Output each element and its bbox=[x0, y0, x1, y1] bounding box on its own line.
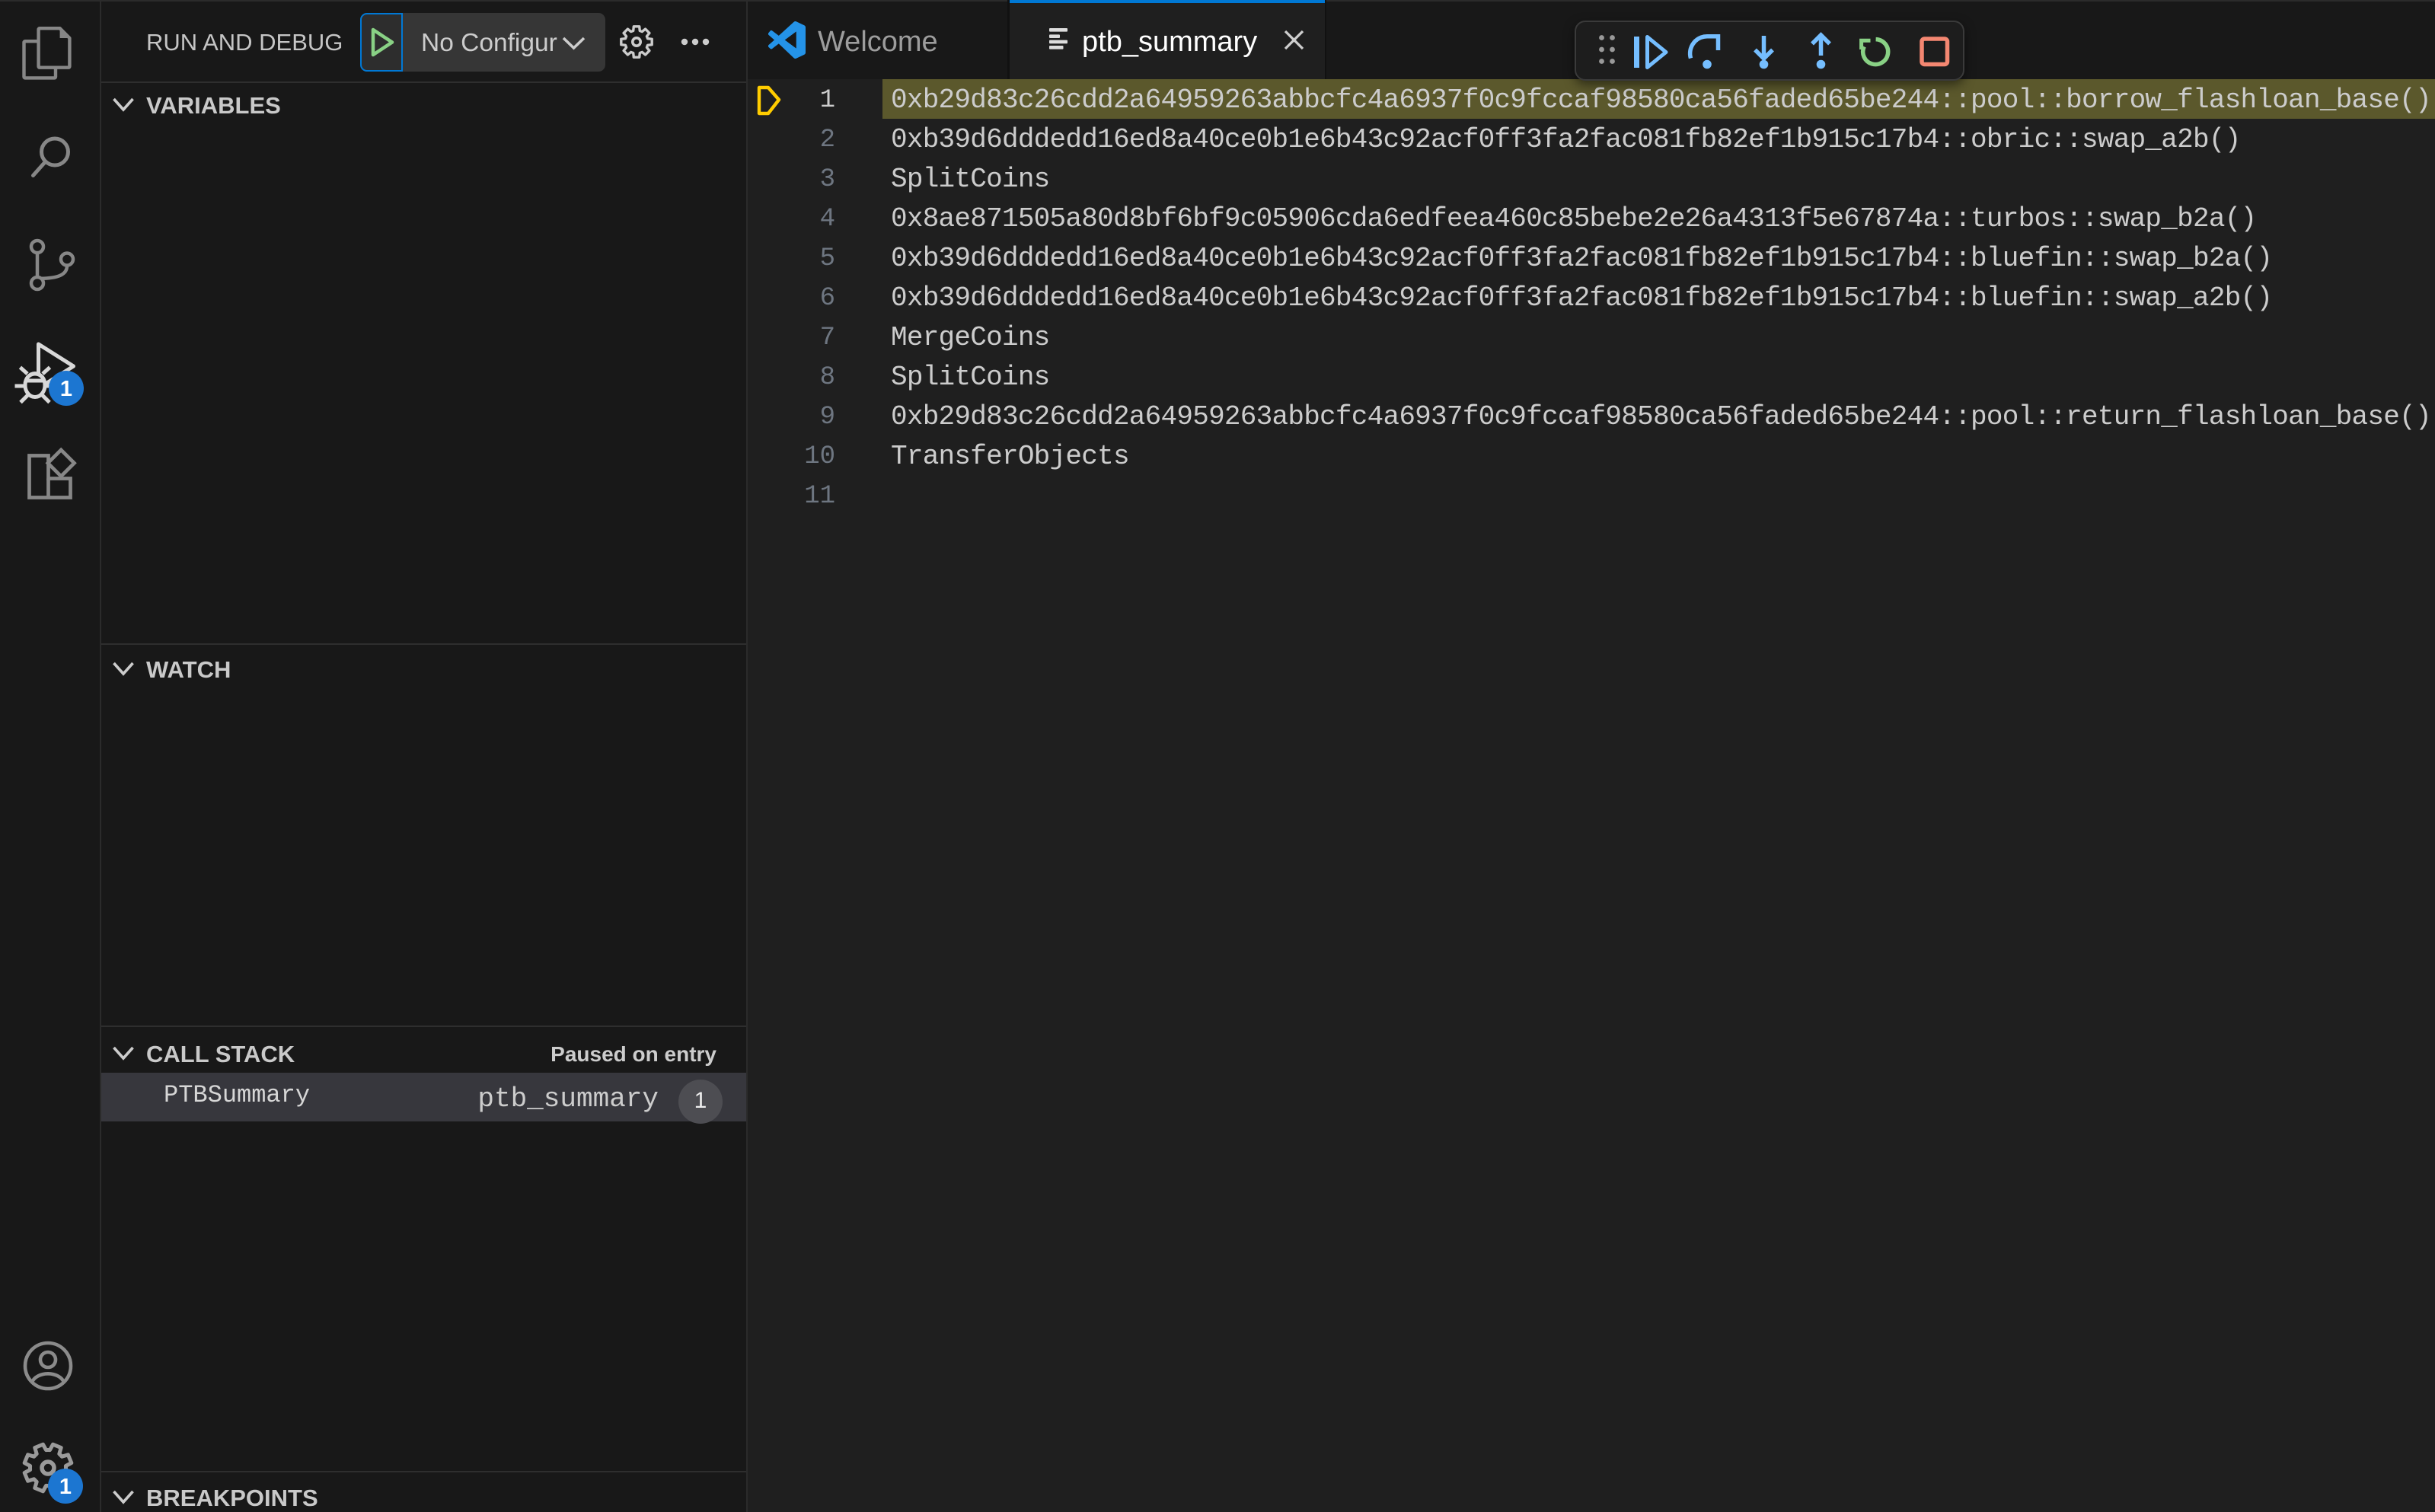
svg-text:1: 1 bbox=[60, 377, 72, 401]
svg-text:1: 1 bbox=[59, 1475, 72, 1499]
